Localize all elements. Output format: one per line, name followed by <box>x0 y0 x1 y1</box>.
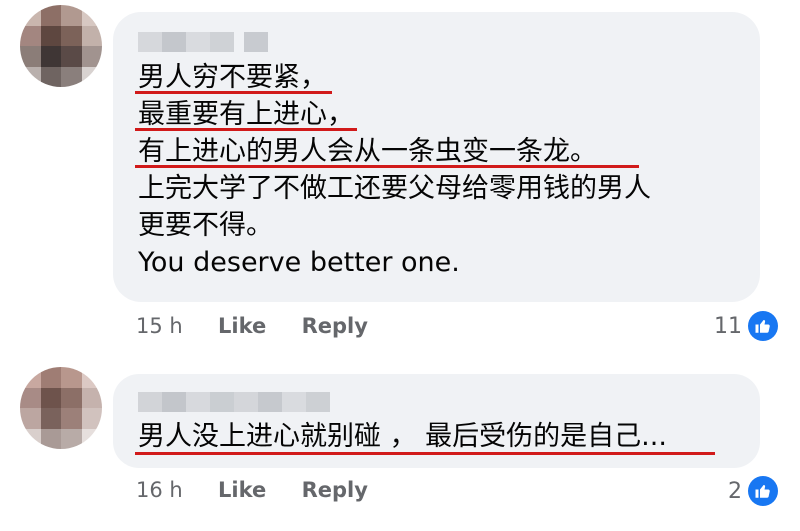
like-button[interactable]: Like <box>218 314 266 338</box>
commenter-name-blurred[interactable] <box>138 392 343 412</box>
comment-line: 更要不得。 <box>138 210 273 241</box>
comment-actions: 16 h Like Reply <box>136 478 368 502</box>
avatar[interactable] <box>20 367 102 449</box>
comment-line: 上完大学了不做工还要父母给零用钱的男人 <box>138 173 651 204</box>
red-underline <box>135 128 357 131</box>
red-underline <box>135 452 715 455</box>
comment-bubble[interactable]: 男人穷不要紧， 最重要有上进心， 有上进心的男人会从一条虫变一条龙。 上完大学了… <box>113 12 760 302</box>
comment-line: 男人没上进心就别碰 ， 最后受伤的是自己... <box>135 418 715 455</box>
reaction-summary[interactable]: 2 <box>728 476 778 506</box>
thumbs-up-icon <box>748 311 778 341</box>
comment-line: 男人穷不要紧， <box>135 59 651 96</box>
comment-line: 最重要有上进心， <box>135 96 651 133</box>
reply-button[interactable]: Reply <box>302 478 368 502</box>
comment-actions: 15 h Like Reply <box>136 314 368 338</box>
thumbs-up-icon <box>748 476 778 506</box>
reaction-count: 11 <box>714 313 742 339</box>
reply-button[interactable]: Reply <box>302 314 368 338</box>
comment-timestamp[interactable]: 16 h <box>136 478 183 502</box>
commenter-name-blurred[interactable] <box>138 32 268 52</box>
red-underline <box>135 91 332 94</box>
reaction-summary[interactable]: 11 <box>714 311 778 341</box>
reaction-count: 2 <box>728 478 742 504</box>
comment-text: 男人穷不要紧， 最重要有上进心， 有上进心的男人会从一条虫变一条龙。 上完大学了… <box>135 59 651 281</box>
comment-text: 男人没上进心就别碰 ， 最后受伤的是自己... <box>135 418 715 455</box>
comment-bubble[interactable]: 男人没上进心就别碰 ， 最后受伤的是自己... <box>113 374 760 468</box>
avatar[interactable] <box>20 5 102 87</box>
comment-line: 有上进心的男人会从一条虫变一条龙。 <box>135 133 651 170</box>
comment-line: You deserve better one. <box>138 247 460 278</box>
comment-timestamp[interactable]: 15 h <box>136 314 183 338</box>
like-button[interactable]: Like <box>218 478 266 502</box>
red-underline <box>135 165 639 168</box>
